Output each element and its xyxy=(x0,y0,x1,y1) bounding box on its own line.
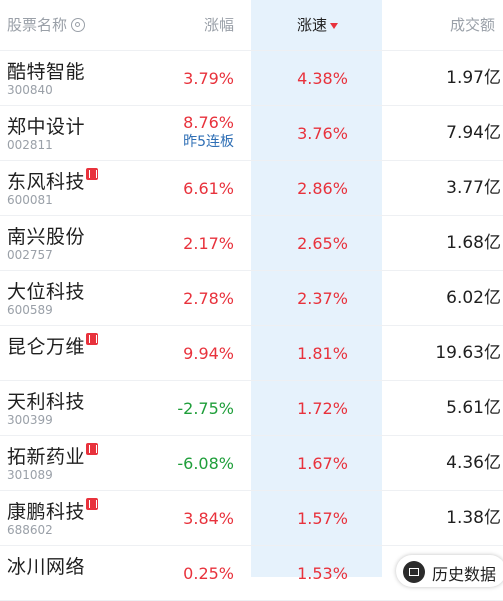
turnover-value: 7.94亿 xyxy=(446,123,501,143)
stock-name: 冰川网络 xyxy=(7,556,86,578)
margin-trading-badge-icon xyxy=(86,333,99,345)
margin-trading-badge-icon xyxy=(86,168,99,180)
change-value: 9.94% xyxy=(183,344,234,363)
stock-code: 300840 xyxy=(7,83,53,97)
speed-value: 1.53% xyxy=(297,564,348,583)
settings-icon[interactable] xyxy=(71,18,86,32)
table-row[interactable]: 东风科技 600081 6.61% 2.86% 3.77亿 xyxy=(0,161,503,216)
turnover-value: 1.97亿 xyxy=(446,68,501,88)
change-value: 0.25% xyxy=(183,564,234,583)
speed-value: 1.72% xyxy=(297,399,348,418)
table-row[interactable]: 拓新药业 301089 -6.08% 1.67% 4.36亿 xyxy=(0,436,503,491)
change-value: 2.17% xyxy=(183,234,234,253)
table-row[interactable]: 天利科技 300399 -2.75% 1.72% 5.61亿 xyxy=(0,381,503,436)
speed-value: 1.57% xyxy=(297,509,348,528)
speed-value: 3.76% xyxy=(297,124,348,143)
stock-code: 301089 xyxy=(7,468,53,482)
history-data-label: 历史数据 xyxy=(432,565,497,584)
speed-value: 1.81% xyxy=(297,344,348,363)
margin-trading-badge-icon xyxy=(86,443,99,455)
history-data-button[interactable]: 历史数据 xyxy=(396,555,503,587)
change-value: 6.61% xyxy=(183,179,234,198)
header-speed[interactable]: 涨速 xyxy=(251,0,382,50)
change-value: -2.75% xyxy=(177,399,234,418)
header-change[interactable]: 涨幅 xyxy=(204,0,234,50)
speed-value: 4.38% xyxy=(297,69,348,88)
turnover-value: 3.77亿 xyxy=(446,178,501,198)
stock-name: 东风科技 xyxy=(7,167,99,194)
table-row[interactable]: 酷特智能 300840 3.79% 4.38% 1.97亿 xyxy=(0,51,503,106)
speed-value: 2.86% xyxy=(297,179,348,198)
calendar-icon xyxy=(403,561,425,583)
stock-name: 昆仑万维 xyxy=(7,332,99,359)
header-turnover[interactable]: 成交额 xyxy=(450,0,495,50)
stock-name: 郑中设计 xyxy=(7,116,86,138)
turnover-value: 19.63亿 xyxy=(435,343,501,363)
turnover-value: 4.36亿 xyxy=(446,453,501,473)
stock-name: 大位科技 xyxy=(7,281,86,303)
header-stock-name[interactable]: 股票名称 xyxy=(7,0,86,50)
change-value: 8.76% 昨5连板 xyxy=(183,113,234,150)
table-row[interactable]: 大位科技 600589 2.78% 2.37% 6.02亿 xyxy=(0,271,503,326)
change-value: 3.84% xyxy=(183,509,234,528)
header-speed-label: 涨速 xyxy=(296,16,327,34)
stock-name: 酷特智能 xyxy=(7,61,86,83)
turnover-value: 1.38亿 xyxy=(446,508,501,528)
stock-name: 康鹏科技 xyxy=(7,497,99,524)
stock-name: 天利科技 xyxy=(7,391,86,413)
margin-trading-badge-icon xyxy=(86,498,99,510)
turnover-value: 6.02亿 xyxy=(446,288,501,308)
table-row[interactable]: 康鹏科技 688602 3.84% 1.57% 1.38亿 xyxy=(0,491,503,546)
sort-desc-icon xyxy=(330,23,338,29)
speed-value: 2.65% xyxy=(297,234,348,253)
speed-value: 1.67% xyxy=(297,454,348,473)
stock-table: 股票名称 涨幅 涨速 成交额 酷特智能 300840 3.79% 4.38% 1.97亿… xyxy=(0,0,503,601)
stock-code: 688602 xyxy=(7,523,53,537)
table-row[interactable]: 南兴股份 002757 2.17% 2.65% 1.68亿 xyxy=(0,216,503,271)
turnover-value: 1.68亿 xyxy=(446,233,501,253)
speed-value: 2.37% xyxy=(297,289,348,308)
stock-code: 600589 xyxy=(7,303,53,317)
stock-code: 002757 xyxy=(7,248,53,262)
stock-code: 300399 xyxy=(7,413,53,427)
change-value: 3.79% xyxy=(183,69,234,88)
change-value: -6.08% xyxy=(177,454,234,473)
change-value: 2.78% xyxy=(183,289,234,308)
stock-name: 南兴股份 xyxy=(7,226,86,248)
stock-code: 600081 xyxy=(7,193,53,207)
table-header: 股票名称 涨幅 涨速 成交额 xyxy=(0,0,503,51)
stock-code: 002811 xyxy=(7,138,53,152)
stock-name: 拓新药业 xyxy=(7,442,99,469)
header-stock-name-label: 股票名称 xyxy=(7,16,68,34)
table-row[interactable]: 昆仑万维 9.94% 1.81% 19.63亿 xyxy=(0,326,503,381)
limit-up-streak: 昨5连板 xyxy=(183,134,234,150)
turnover-value: 5.61亿 xyxy=(446,398,501,418)
table-row[interactable]: 郑中设计 002811 8.76% 昨5连板 3.76% 7.94亿 xyxy=(0,106,503,161)
